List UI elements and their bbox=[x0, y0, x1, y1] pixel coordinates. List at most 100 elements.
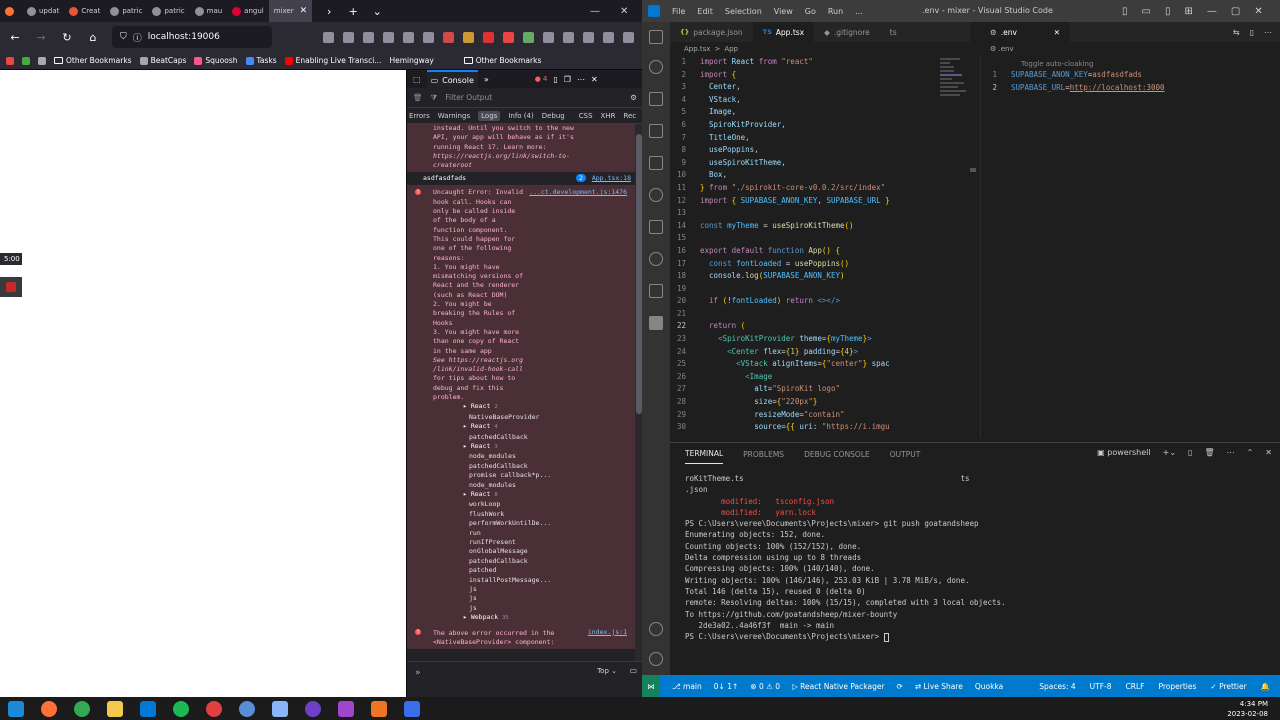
status-encoding[interactable]: UTF-8 bbox=[1090, 682, 1112, 691]
terminal-icon[interactable] bbox=[649, 316, 663, 330]
console-error-row-2[interactable]: ! index.js:1 The above error occurred in… bbox=[407, 625, 635, 650]
run-debug-icon[interactable] bbox=[649, 92, 663, 106]
status-eol[interactable]: CRLF bbox=[1126, 682, 1145, 691]
settings-icon[interactable]: ⚙ bbox=[630, 93, 637, 102]
log-link[interactable]: createroot bbox=[433, 161, 631, 170]
stack-frame[interactable]: installPostMessage... bbox=[433, 576, 631, 585]
status-liveshare[interactable]: ⇄ Live Share bbox=[915, 682, 963, 691]
app-icon[interactable] bbox=[239, 700, 255, 717]
tab-list-chevron-icon[interactable]: ⌄ bbox=[370, 5, 384, 18]
toggle-secondary-sidebar-icon[interactable]: ▯ bbox=[1165, 6, 1171, 17]
menu-file[interactable]: File bbox=[672, 7, 685, 16]
app-icon[interactable] bbox=[272, 700, 288, 717]
error-source-link[interactable]: index.js:1 bbox=[588, 628, 627, 637]
status-language[interactable]: Properties bbox=[1158, 682, 1196, 691]
bookmark-icon-2[interactable] bbox=[38, 56, 46, 65]
breadcrumb-file[interactable]: .env bbox=[999, 45, 1014, 53]
tab-env[interactable]: ⚙ .env ✕ bbox=[980, 22, 1070, 42]
toggle-sidebar-icon[interactable]: ▯ bbox=[1122, 6, 1128, 17]
minimize-icon[interactable]: — bbox=[590, 6, 600, 17]
menu-go[interactable]: Go bbox=[805, 7, 816, 16]
minimize-icon[interactable]: — bbox=[1207, 6, 1217, 17]
tab-problems[interactable]: PROBLEMS bbox=[743, 450, 784, 459]
stack-frame[interactable]: node_modules bbox=[433, 452, 631, 461]
stack-frame[interactable]: patchedCallback bbox=[433, 462, 631, 471]
start-button[interactable] bbox=[8, 700, 24, 717]
filter-requests[interactable]: Rec bbox=[623, 112, 636, 120]
app-icon[interactable] bbox=[206, 700, 222, 717]
system-tray-clock[interactable]: 4:34 PM 2023-02-08 bbox=[1227, 697, 1268, 720]
download-icon[interactable] bbox=[363, 31, 374, 43]
tab-package-json[interactable]: {} package.json bbox=[670, 22, 753, 42]
stack-frame[interactable]: patched bbox=[433, 566, 631, 575]
bookmark-live-transcribe[interactable]: Enabling Live Transci... bbox=[284, 56, 381, 65]
extension-icon[interactable] bbox=[483, 31, 494, 43]
app-icon[interactable] bbox=[338, 700, 354, 717]
new-terminal-icon[interactable]: +⌄ bbox=[1163, 448, 1176, 457]
extension-icon[interactable] bbox=[563, 31, 574, 43]
record-button[interactable] bbox=[0, 277, 22, 297]
extension-icon[interactable] bbox=[443, 31, 454, 43]
minimap-slider[interactable] bbox=[970, 168, 976, 172]
close-icon[interactable]: ✕ bbox=[620, 6, 628, 17]
accounts-icon[interactable] bbox=[649, 622, 663, 636]
sidebar-icon[interactable] bbox=[403, 31, 414, 43]
extension-icon[interactable] bbox=[463, 31, 474, 43]
tab-ts[interactable]: ts bbox=[880, 22, 907, 42]
status-indentation[interactable]: Spaces: 4 bbox=[1039, 682, 1075, 691]
stack-frame[interactable]: NativeBaseProvider bbox=[433, 413, 631, 422]
bookmark-beatcaps[interactable]: BeatCaps bbox=[139, 56, 186, 65]
stack-frame[interactable]: node_modules bbox=[433, 481, 631, 490]
bookmark-icon-0[interactable] bbox=[6, 56, 14, 65]
stack-frame[interactable]: js bbox=[433, 604, 631, 613]
more-actions-icon[interactable]: ⋯ bbox=[1264, 28, 1272, 37]
stack-group-toggle[interactable]: ▸ Webpack 35 bbox=[433, 613, 631, 623]
minimap[interactable] bbox=[940, 56, 980, 438]
filter-input[interactable]: Filter Output bbox=[445, 93, 492, 102]
split-terminal-icon[interactable]: ▯ bbox=[1188, 448, 1192, 457]
status-packager[interactable]: ▷ React Native Packager bbox=[792, 682, 885, 691]
console-error-row[interactable]: ! ...ct.development.js:1476 Uncaught Err… bbox=[407, 186, 635, 626]
stack-frame[interactable]: js bbox=[433, 594, 631, 603]
browser-tab-2[interactable]: Creat bbox=[64, 0, 105, 22]
tab-debug-console[interactable]: DEBUG CONSOLE bbox=[804, 450, 870, 459]
menu-view[interactable]: View bbox=[774, 7, 793, 16]
stack-frame[interactable]: workLoop bbox=[433, 500, 631, 509]
close-panel-icon[interactable]: ✕ bbox=[1265, 448, 1272, 457]
web-page-content[interactable] bbox=[0, 70, 406, 697]
filter-css[interactable]: CSS bbox=[579, 112, 593, 120]
app-icon[interactable] bbox=[404, 700, 420, 717]
app-icon[interactable] bbox=[371, 700, 387, 717]
sync-icon[interactable]: ⟳ bbox=[897, 682, 903, 691]
error-count-badge[interactable]: ● 4 bbox=[535, 75, 548, 83]
live-share-icon[interactable] bbox=[649, 252, 663, 266]
split-editor-icon[interactable]: ▯ bbox=[1250, 28, 1254, 37]
console-input[interactable]: » Top ⌄ ▭ bbox=[407, 661, 643, 697]
stack-group-toggle[interactable]: ▸ React 8 bbox=[433, 490, 631, 500]
file-explorer-icon[interactable] bbox=[107, 700, 123, 717]
stack-group-toggle[interactable]: ▸ React 3 bbox=[433, 442, 631, 452]
browser-tab-0[interactable] bbox=[0, 0, 22, 22]
stack-frame[interactable]: patchedCallback bbox=[433, 433, 631, 442]
url-bar[interactable]: ⛉ ⓘ localhost:19006 bbox=[112, 26, 272, 48]
browser-tab-active[interactable]: mixer ✕ bbox=[268, 0, 313, 22]
bookmark-icon-1[interactable] bbox=[22, 56, 30, 65]
compare-changes-icon[interactable]: ⇆ bbox=[1233, 28, 1240, 37]
filter-info[interactable]: Info (4) bbox=[508, 112, 533, 120]
account-icon[interactable] bbox=[423, 31, 434, 43]
filter-logs[interactable]: Logs bbox=[478, 110, 501, 121]
context-selector[interactable]: Top ⌄ bbox=[597, 667, 617, 675]
tab-output[interactable]: OUTPUT bbox=[890, 450, 921, 459]
browser-tab-6[interactable]: angul bbox=[227, 0, 269, 22]
close-icon[interactable]: ✕ bbox=[300, 6, 308, 16]
forward-icon[interactable]: → bbox=[34, 31, 48, 44]
stack-frame[interactable]: js bbox=[433, 585, 631, 594]
library-icon[interactable] bbox=[383, 31, 394, 43]
extensions-icon[interactable] bbox=[649, 284, 663, 298]
terminal-shell-selector[interactable]: ▣ powershell bbox=[1097, 448, 1150, 457]
status-sync[interactable]: 0↓ 1↑ bbox=[714, 682, 739, 691]
browser-tab-5[interactable]: mau bbox=[190, 0, 228, 22]
notifications-icon[interactable]: 🔔 bbox=[1261, 682, 1270, 691]
menu-selection[interactable]: Selection bbox=[725, 7, 762, 16]
testing-icon[interactable] bbox=[649, 156, 663, 170]
